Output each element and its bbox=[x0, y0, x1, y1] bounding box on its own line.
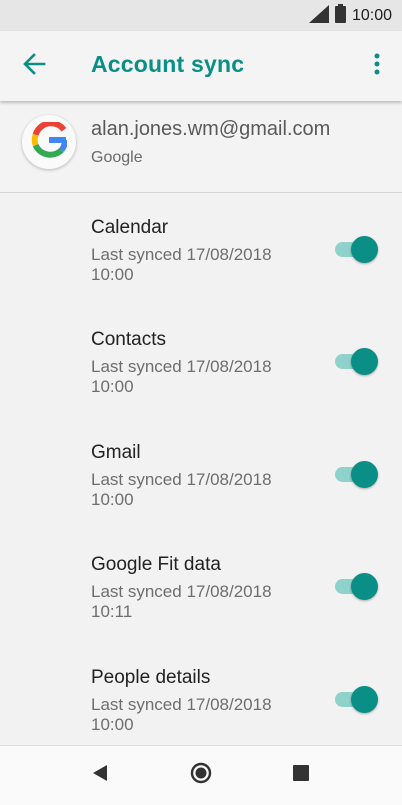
battery-icon bbox=[334, 4, 346, 28]
account-email: alan.jones.wm@gmail.com bbox=[91, 118, 331, 140]
app-toolbar: Account sync bbox=[0, 31, 402, 101]
google-fit-sync-toggle[interactable] bbox=[335, 572, 379, 601]
sync-item-gmail[interactable]: Gmail Last synced 17/08/2018 10:00 bbox=[0, 418, 402, 530]
people-details-sync-toggle[interactable] bbox=[335, 685, 379, 713]
nav-home-icon bbox=[190, 762, 212, 789]
sync-item-status: Last synced 17/08/2018 10:11 bbox=[91, 582, 272, 622]
contacts-sync-toggle[interactable] bbox=[335, 347, 379, 376]
account-avatar bbox=[22, 115, 76, 169]
system-nav-bar bbox=[0, 745, 402, 805]
sync-item-status: Last synced 17/08/2018 10:00 bbox=[91, 469, 272, 509]
sync-item-title: Calendar bbox=[91, 217, 169, 238]
nav-back-icon bbox=[92, 764, 108, 787]
sync-items-list: Calendar Last synced 17/08/2018 10:00 Co… bbox=[0, 193, 402, 745]
status-icons: 10:00 bbox=[308, 4, 392, 28]
account-type: Google bbox=[91, 149, 143, 166]
more-vert-icon bbox=[374, 53, 380, 80]
sync-item-people-details[interactable]: People details Last synced 17/08/2018 10… bbox=[0, 643, 402, 745]
sync-item-title: Gmail bbox=[91, 441, 141, 463]
sync-item-status: Last synced 17/08/2018 10:00 bbox=[91, 694, 272, 734]
back-arrow-icon bbox=[22, 52, 46, 80]
sync-item-contacts[interactable]: Contacts Last synced 17/08/2018 10:00 bbox=[0, 305, 402, 417]
calendar-sync-toggle[interactable] bbox=[335, 235, 379, 263]
nav-recents-button[interactable] bbox=[289, 763, 313, 787]
status-bar: 10:00 bbox=[0, 0, 402, 31]
page-title: Account sync bbox=[91, 51, 245, 77]
gmail-sync-toggle[interactable] bbox=[335, 460, 379, 488]
sync-item-title: People details bbox=[91, 666, 211, 688]
sync-item-calendar[interactable]: Calendar Last synced 17/08/2018 10:00 bbox=[0, 193, 402, 305]
nav-recents-icon bbox=[292, 764, 310, 787]
nav-home-button[interactable] bbox=[189, 762, 213, 789]
status-time: 10:00 bbox=[351, 7, 392, 24]
sync-item-title: Google Fit data bbox=[91, 554, 221, 576]
signal-icon bbox=[308, 4, 329, 28]
more-options-button[interactable] bbox=[366, 51, 388, 81]
nav-back-button[interactable] bbox=[88, 763, 112, 787]
sync-item-status: Last synced 17/08/2018 10:00 bbox=[91, 245, 272, 284]
sync-item-google-fit[interactable]: Google Fit data Last synced 17/08/2018 1… bbox=[0, 530, 402, 642]
google-logo-icon bbox=[31, 119, 68, 163]
sync-item-title: Contacts bbox=[91, 329, 166, 351]
account-header: alan.jones.wm@gmail.com Google bbox=[0, 101, 402, 193]
sync-item-status: Last synced 17/08/2018 10:00 bbox=[91, 357, 272, 397]
back-button[interactable] bbox=[18, 51, 50, 81]
